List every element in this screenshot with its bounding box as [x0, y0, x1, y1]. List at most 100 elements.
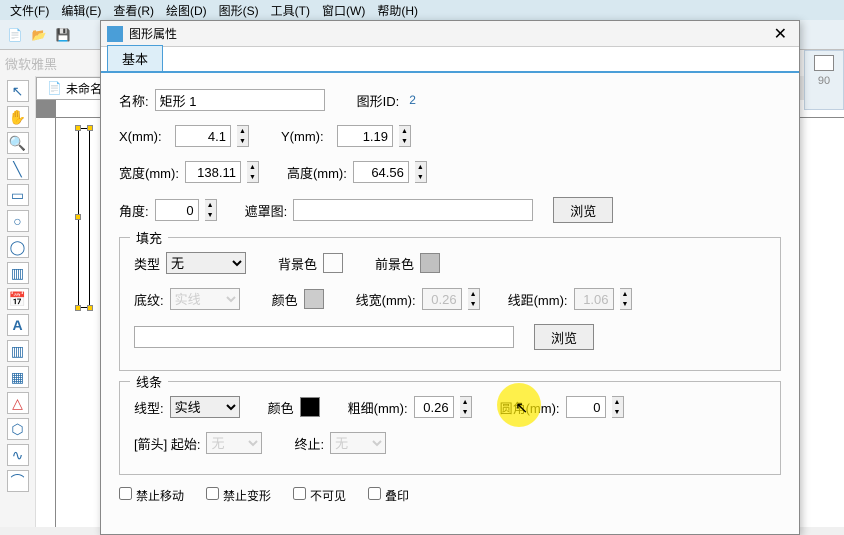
- browse-mask-button[interactable]: 浏览: [553, 197, 613, 223]
- forecolor-swatch[interactable]: [420, 253, 440, 273]
- menu-help[interactable]: 帮助(H): [372, 0, 423, 21]
- new-doc-icon[interactable]: 📄: [5, 25, 25, 45]
- round-input[interactable]: [566, 396, 606, 418]
- no-move-check[interactable]: 禁止移动: [119, 487, 184, 504]
- dialog-titlebar[interactable]: 图形属性 ✕: [101, 21, 799, 47]
- menu-view[interactable]: 查看(R): [108, 0, 159, 21]
- line-color-swatch[interactable]: [300, 397, 320, 417]
- menu-window[interactable]: 窗口(W): [317, 0, 370, 21]
- shapeid-value: 2: [409, 93, 416, 107]
- selected-rectangle[interactable]: [78, 128, 90, 308]
- angle-spinner[interactable]: ▲▼: [205, 199, 217, 221]
- linewidth-label: 线宽(mm):: [356, 290, 416, 309]
- browse-fill-button[interactable]: 浏览: [534, 324, 594, 350]
- linetype-select[interactable]: 实线: [170, 396, 240, 418]
- arrow-end-select: 无: [330, 432, 386, 454]
- arrow-start-select: 无: [206, 432, 262, 454]
- rect-tool[interactable]: ▭: [7, 184, 29, 206]
- width-input[interactable]: [185, 161, 241, 183]
- texture-label: 底纹:: [134, 290, 164, 309]
- fill-type-select[interactable]: 无: [166, 252, 246, 274]
- dialog-tabs: 基本: [101, 47, 799, 73]
- dialog-body: 名称: 图形ID: 2 X(mm): ▲▼ Y(mm): ▲▼ 宽度(mm): …: [101, 73, 799, 534]
- round-spinner[interactable]: ▲▼: [612, 396, 624, 418]
- x-spinner[interactable]: ▲▼: [237, 125, 249, 147]
- x-input[interactable]: [175, 125, 231, 147]
- line-tool[interactable]: ╲: [7, 158, 29, 180]
- menu-bar: 文件(F) 编辑(E) 查看(R) 绘图(D) 图形(S) 工具(T) 窗口(W…: [0, 0, 844, 20]
- angle-label: 角度:: [119, 201, 149, 220]
- shape-properties-dialog: 图形属性 ✕ 基本 名称: 图形ID: 2 X(mm): ▲▼ Y(mm): ▲…: [100, 20, 800, 535]
- shapeid-label: 图形ID:: [357, 91, 400, 110]
- resize-handle[interactable]: [75, 125, 81, 131]
- text-tool[interactable]: A: [7, 314, 29, 336]
- width-spinner[interactable]: ▲▼: [247, 161, 259, 183]
- linewidth-spinner: ▲▼: [468, 288, 480, 310]
- menu-shape[interactable]: 图形(S): [214, 0, 264, 21]
- doc-tab-title: 未命名: [66, 80, 102, 97]
- thickness-input[interactable]: [414, 396, 454, 418]
- thickness-spinner[interactable]: ▲▼: [460, 396, 472, 418]
- thumb-1[interactable]: [814, 55, 834, 71]
- fill-type-label: 类型: [134, 254, 160, 273]
- linedist-spinner: ▲▼: [620, 288, 632, 310]
- fill-path-input[interactable]: [134, 326, 514, 348]
- pointer-tool[interactable]: ↖: [7, 80, 29, 102]
- y-input[interactable]: [337, 125, 393, 147]
- x-label: X(mm):: [119, 129, 169, 144]
- fill-color-label: 颜色: [272, 290, 298, 309]
- resize-handle[interactable]: [75, 305, 81, 311]
- menu-draw[interactable]: 绘图(D): [161, 0, 212, 21]
- ruler-vertical: [36, 118, 56, 527]
- qr-tool[interactable]: ▦: [7, 366, 29, 388]
- menu-edit[interactable]: 编辑(E): [56, 0, 106, 21]
- open-icon[interactable]: 📂: [29, 25, 49, 45]
- triangle-tool[interactable]: △: [7, 392, 29, 414]
- close-icon[interactable]: ✕: [768, 24, 793, 44]
- overprint-check[interactable]: 叠印: [368, 487, 409, 504]
- fill-group-title: 填充: [130, 228, 168, 247]
- save-icon[interactable]: 💾: [53, 25, 73, 45]
- dialog-icon: [107, 26, 123, 42]
- height-spinner[interactable]: ▲▼: [415, 161, 427, 183]
- dialog-title-text: 图形属性: [129, 25, 177, 42]
- linedist-label: 线距(mm):: [508, 290, 568, 309]
- arrow-end-label: 终止:: [294, 434, 324, 453]
- menu-file[interactable]: 文件(F): [5, 0, 54, 21]
- backcolor-swatch[interactable]: [323, 253, 343, 273]
- fill-group: 填充 类型 无 背景色 前景色 底纹: 实线 颜色 线宽(mm): ▲▼: [119, 237, 781, 371]
- font-name: 微软雅黑: [5, 54, 57, 73]
- tool-palette: ↖ ✋ 🔍 ╲ ▭ ○ ◯ ▥ 📅 A ▥ ▦ △ ⬡ ∿ ⌒: [0, 76, 36, 527]
- hand-tool[interactable]: ✋: [7, 106, 29, 128]
- line-group: 线条 线型: 实线 颜色 粗细(mm): ▲▼ 圆角(mm): ▲▼ [箭头] …: [119, 381, 781, 475]
- resize-handle[interactable]: [87, 305, 93, 311]
- zoom-tool[interactable]: 🔍: [7, 132, 29, 154]
- y-label: Y(mm):: [281, 129, 331, 144]
- barcode-tool[interactable]: ▥: [7, 262, 29, 284]
- tab-basic[interactable]: 基本: [107, 45, 163, 71]
- arc-tool[interactable]: ⌒: [7, 470, 29, 492]
- oval-tool-2[interactable]: ◯: [7, 236, 29, 258]
- texture-select: 实线: [170, 288, 240, 310]
- angle-input[interactable]: [155, 199, 199, 221]
- fill-color-swatch[interactable]: [304, 289, 324, 309]
- resize-handle[interactable]: [87, 125, 93, 131]
- oval-tool[interactable]: ○: [7, 210, 29, 232]
- linedist-input: [574, 288, 614, 310]
- hex-tool[interactable]: ⬡: [7, 418, 29, 440]
- mask-input[interactable]: [293, 199, 533, 221]
- no-deform-check[interactable]: 禁止变形: [206, 487, 271, 504]
- line-color-label: 颜色: [268, 398, 294, 417]
- name-input[interactable]: [155, 89, 325, 111]
- y-spinner[interactable]: ▲▼: [399, 125, 411, 147]
- linewidth-input: [422, 288, 462, 310]
- curve-tool[interactable]: ∿: [7, 444, 29, 466]
- invisible-check[interactable]: 不可见: [293, 487, 346, 504]
- width-label: 宽度(mm):: [119, 163, 179, 182]
- height-input[interactable]: [353, 161, 409, 183]
- mask-label: 遮罩图:: [245, 201, 288, 220]
- menu-tool[interactable]: 工具(T): [266, 0, 315, 21]
- barcode2-tool[interactable]: ▥: [7, 340, 29, 362]
- image-tool[interactable]: 📅: [7, 288, 29, 310]
- resize-handle[interactable]: [75, 214, 81, 220]
